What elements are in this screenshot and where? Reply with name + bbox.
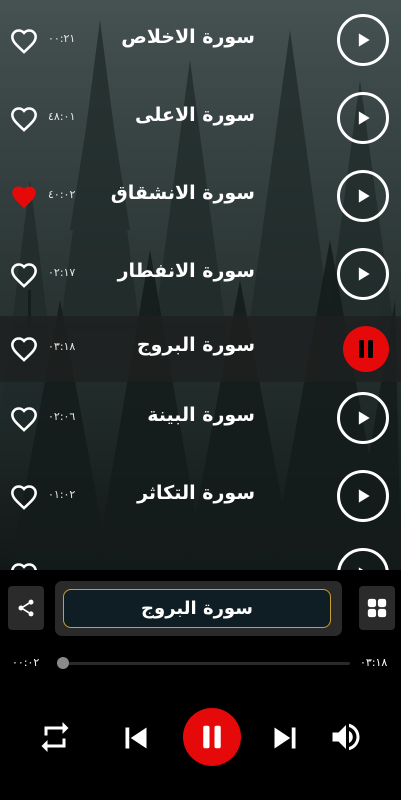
grid-icon (367, 598, 387, 618)
total-time: ۰۳:۱۸ (360, 656, 388, 669)
track-title: سورة البروج (136, 334, 255, 356)
now-playing-title: سورة البروج (141, 598, 253, 619)
play-icon (358, 489, 370, 503)
track-play-button[interactable] (337, 14, 389, 66)
player-bar: سورة البروج ۰۰:۰۲ ۰۳:۱۸ (0, 570, 401, 800)
pause-icon (203, 725, 221, 749)
share-icon (18, 599, 34, 617)
heart-icon[interactable] (10, 336, 38, 362)
track-title: سورة الاخلاص (121, 26, 255, 48)
play-icon (358, 189, 370, 203)
heart-icon[interactable] (10, 562, 38, 570)
pause-icon (359, 340, 373, 358)
previous-button[interactable] (116, 718, 156, 758)
track-duration: ۰۳:۱۸ (48, 340, 76, 353)
track-title: سورة الانفطار (117, 260, 255, 282)
playlist-row[interactable]: ۰۱:٤۸ سورة الاعلى (0, 86, 401, 152)
track-duration: ۰۲:۱۷ (48, 266, 76, 279)
track-play-button[interactable] (337, 392, 389, 444)
play-icon (358, 411, 370, 425)
heart-icon[interactable] (10, 184, 38, 210)
playlist-row[interactable]: ۰۰:۲۱ سورة الاخلاص (0, 8, 401, 74)
heart-icon[interactable] (10, 106, 38, 132)
heart-icon[interactable] (10, 406, 38, 432)
pause-button[interactable] (183, 708, 241, 766)
volume-icon (332, 723, 360, 751)
now-playing-title-box: سورة البروج (63, 589, 331, 628)
track-duration: ۰۱:۰۲ (48, 488, 76, 501)
track-title: سورة البينة (147, 404, 255, 426)
now-playing-panel: سورة البروج (55, 581, 342, 636)
share-button[interactable] (8, 586, 44, 630)
track-duration: ۰۲:٤۰ (48, 188, 76, 201)
skip-next-icon (274, 727, 296, 749)
seek-bar-thumb[interactable] (56, 657, 69, 669)
playlist-row[interactable]: ۰۲:۱۷ سورة الانفطار (0, 242, 401, 308)
track-title: سورة الاعلى (135, 104, 255, 126)
repeat-icon (41, 722, 69, 752)
track-duration: ۰۲:۰٦ (48, 410, 76, 423)
playlist-row[interactable]: ۰۲:٤۰ سورة الانشقاق (0, 164, 401, 230)
play-icon (358, 111, 370, 125)
playlist-row[interactable]: ۰۲:۰٦ سورة البينة (0, 386, 401, 452)
seek-bar[interactable] (56, 657, 350, 669)
track-pause-button[interactable] (343, 326, 389, 372)
track-play-button[interactable] (337, 548, 389, 570)
playlist-row[interactable] (0, 542, 401, 570)
track-play-button[interactable] (337, 248, 389, 300)
heart-icon[interactable] (10, 484, 38, 510)
heart-icon[interactable] (10, 262, 38, 288)
track-title: سورة الانشقاق (110, 182, 255, 204)
playlist: ۰۰:۲۱ سورة الاخلاص ۰۱:٤۸ سورة الاعلى ۰۲:٤۰ سو… (0, 0, 401, 570)
repeat-button[interactable] (34, 716, 76, 758)
next-button[interactable] (265, 718, 305, 758)
track-play-button[interactable] (337, 170, 389, 222)
heart-icon[interactable] (10, 28, 38, 54)
track-title: سورة التكاثر (137, 482, 255, 504)
track-play-button[interactable] (337, 470, 389, 522)
track-play-button[interactable] (337, 92, 389, 144)
playlist-row[interactable]: ۰۳:۱۸ سورة البروج (0, 316, 401, 382)
track-duration: ۰۰:۲۱ (48, 32, 76, 45)
grid-menu-button[interactable] (359, 586, 395, 630)
volume-button[interactable] (325, 716, 367, 758)
elapsed-time: ۰۰:۰۲ (12, 656, 40, 669)
play-icon (358, 33, 370, 47)
playlist-row[interactable]: ۰۱:۰۲ سورة التكاثر (0, 464, 401, 530)
play-icon (358, 267, 370, 281)
skip-previous-icon (125, 727, 147, 749)
track-duration: ۰۱:٤۸ (48, 110, 76, 123)
